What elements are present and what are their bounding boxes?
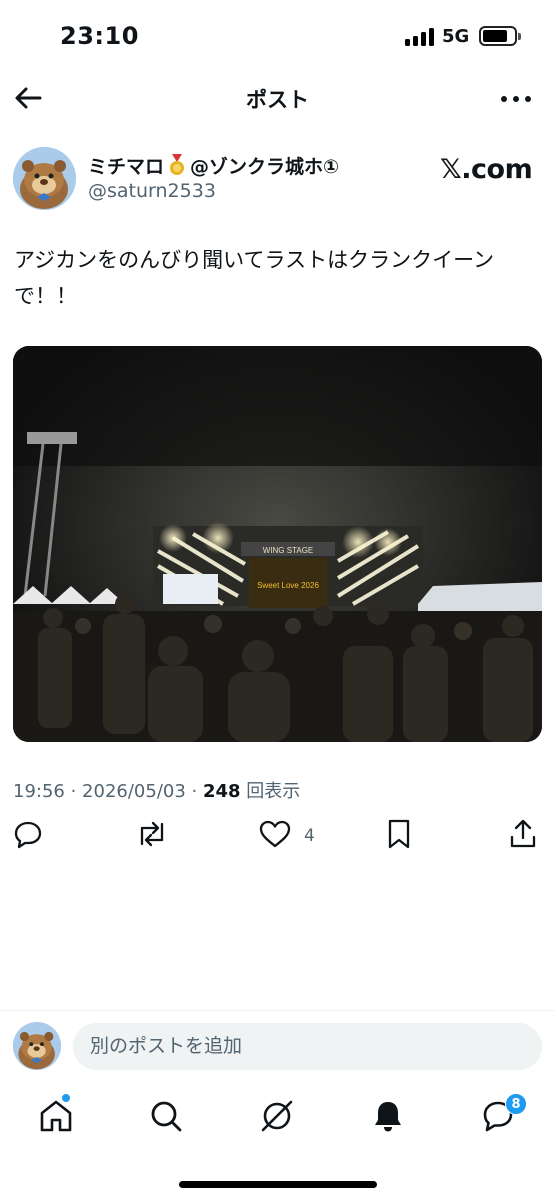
- like-icon[interactable]: [258, 818, 292, 854]
- post-meta: 19:56 · 2026/05/03 · 248 回表示: [13, 781, 301, 802]
- stage-screen-text: Sweet Love 2026: [257, 581, 319, 590]
- stage-sign-text: WING STAGE: [263, 546, 314, 555]
- post-actions: 4: [0, 818, 555, 858]
- post-photo[interactable]: WING STAGE Sweet Love 2026: [13, 346, 542, 742]
- author-handle[interactable]: @saturn2533: [88, 180, 216, 202]
- tab-bar: [0, 1090, 555, 1150]
- view-count: 248: [202, 781, 241, 802]
- reply-input[interactable]: 別のポストを追加: [73, 1023, 542, 1070]
- reply-icon[interactable]: [12, 818, 44, 854]
- author-name[interactable]: ミチマロ @ゾンクラ城ホ①: [88, 152, 339, 181]
- home-icon[interactable]: [36, 1096, 76, 1136]
- grok-icon[interactable]: [257, 1096, 297, 1136]
- post-text-line: アジカンをのんびり聞いてラストはクランクイーン: [14, 248, 495, 272]
- divider: [0, 1010, 555, 1011]
- post-text: アジカンをのんびり聞いてラストはクランクイーン で！！: [14, 242, 544, 314]
- share-icon[interactable]: [508, 818, 538, 854]
- x-logo: 𝕏.com: [440, 154, 533, 185]
- avatar-small: [13, 1022, 61, 1070]
- like-count: 4: [304, 826, 315, 846]
- views-label: 回表示: [246, 781, 301, 802]
- repost-icon[interactable]: [134, 818, 170, 854]
- status-time: 23:10: [60, 22, 139, 50]
- home-indicator[interactable]: [179, 1181, 377, 1188]
- more-icon[interactable]: [499, 88, 533, 108]
- medal-icon: [168, 154, 186, 181]
- status-bar: 23:10 5G: [0, 0, 555, 72]
- post-date: 2026/05/03: [82, 781, 186, 802]
- avatar[interactable]: [13, 147, 76, 210]
- bell-icon[interactable]: [368, 1096, 408, 1136]
- home-notification-dot: [62, 1094, 70, 1102]
- network-label: 5G: [442, 26, 470, 47]
- battery-icon: [479, 26, 521, 46]
- signal-icon: [405, 28, 435, 46]
- author-name-suffix: @ゾンクラ城ホ①: [190, 156, 340, 178]
- author-name-text: ミチマロ: [88, 156, 165, 178]
- messages-badge: 8: [505, 1093, 527, 1115]
- post-time: 19:56: [13, 781, 65, 802]
- post-text-line: で！！: [14, 284, 77, 308]
- post-header: ポスト: [0, 72, 555, 124]
- bookmark-icon[interactable]: [385, 818, 413, 854]
- search-icon[interactable]: [146, 1096, 186, 1136]
- page-title: ポスト: [246, 88, 309, 112]
